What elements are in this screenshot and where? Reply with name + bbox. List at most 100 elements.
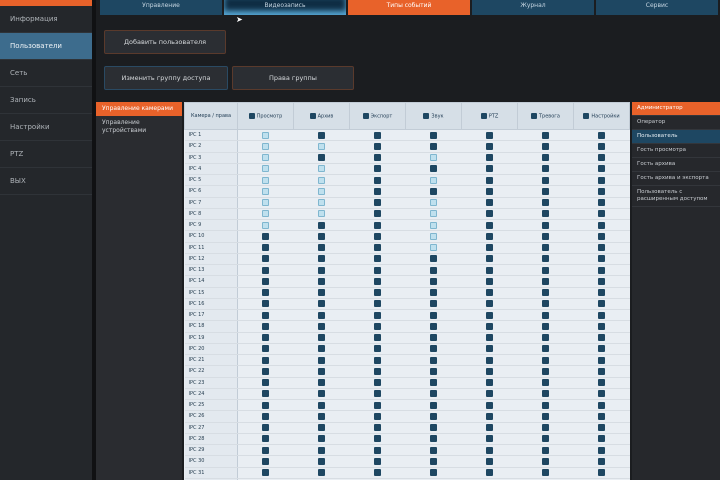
checked-checkbox-icon[interactable] bbox=[486, 322, 493, 330]
checked-checkbox-icon[interactable] bbox=[486, 412, 493, 420]
checked-checkbox-icon[interactable] bbox=[430, 390, 437, 398]
checked-checkbox-icon[interactable] bbox=[598, 367, 605, 375]
checked-checkbox-icon[interactable] bbox=[598, 289, 605, 297]
change-group-button[interactable]: Изменить группу доступа bbox=[104, 66, 228, 90]
checked-checkbox-icon[interactable] bbox=[486, 356, 493, 364]
checked-checkbox-icon[interactable] bbox=[318, 457, 325, 465]
checked-checkbox-icon[interactable] bbox=[430, 131, 437, 139]
table-header-col[interactable]: Тревога bbox=[517, 102, 574, 130]
checked-checkbox-icon[interactable] bbox=[486, 210, 493, 218]
checked-checkbox-icon[interactable] bbox=[542, 401, 549, 409]
checked-checkbox-icon[interactable] bbox=[486, 266, 493, 274]
checked-checkbox-icon[interactable] bbox=[262, 232, 270, 240]
checked-checkbox-icon[interactable] bbox=[262, 401, 270, 409]
checked-checkbox-icon[interactable] bbox=[542, 457, 549, 465]
checked-checkbox-icon[interactable] bbox=[542, 345, 549, 353]
checked-checkbox-icon[interactable] bbox=[262, 435, 270, 443]
checked-checkbox-icon[interactable] bbox=[542, 334, 549, 342]
checked-checkbox-icon[interactable] bbox=[598, 277, 605, 285]
checked-checkbox-icon[interactable] bbox=[318, 424, 325, 432]
checked-checkbox-icon[interactable] bbox=[318, 277, 325, 285]
checked-checkbox-icon[interactable] bbox=[318, 232, 325, 240]
checked-checkbox-icon[interactable] bbox=[486, 221, 493, 229]
checked-checkbox-icon[interactable] bbox=[486, 446, 493, 454]
table-header-col[interactable]: Архив bbox=[293, 102, 350, 130]
checked-checkbox-icon[interactable] bbox=[262, 244, 270, 252]
checked-checkbox-icon[interactable] bbox=[318, 255, 325, 263]
checked-checkbox-icon[interactable] bbox=[598, 435, 605, 443]
checked-checkbox-icon[interactable] bbox=[542, 131, 549, 139]
checked-checkbox-icon[interactable] bbox=[598, 142, 605, 150]
checked-checkbox-icon[interactable] bbox=[262, 255, 270, 263]
checked-checkbox-icon[interactable] bbox=[542, 244, 549, 252]
checked-checkbox-icon[interactable] bbox=[318, 367, 325, 375]
checked-checkbox-icon[interactable] bbox=[598, 412, 605, 420]
checked-checkbox-icon[interactable] bbox=[542, 289, 549, 297]
subpanel-item-cameras[interactable]: Управление камерами bbox=[96, 102, 182, 116]
unchecked-checkbox-icon[interactable] bbox=[318, 142, 325, 150]
checked-checkbox-icon[interactable] bbox=[262, 390, 270, 398]
checked-checkbox-icon[interactable] bbox=[318, 356, 325, 364]
checked-checkbox-icon[interactable] bbox=[374, 311, 381, 319]
checked-checkbox-icon[interactable] bbox=[430, 311, 437, 319]
checked-checkbox-icon[interactable] bbox=[374, 232, 381, 240]
checked-checkbox-icon[interactable] bbox=[542, 322, 549, 330]
checked-checkbox-icon[interactable] bbox=[598, 266, 605, 274]
checked-checkbox-icon[interactable] bbox=[598, 300, 605, 308]
checked-checkbox-icon[interactable] bbox=[598, 356, 605, 364]
checked-checkbox-icon[interactable] bbox=[318, 311, 325, 319]
checked-checkbox-icon[interactable] bbox=[486, 187, 493, 195]
checked-checkbox-icon[interactable] bbox=[542, 255, 549, 263]
checked-checkbox-icon[interactable] bbox=[262, 367, 270, 375]
checked-checkbox-icon[interactable] bbox=[542, 367, 549, 375]
checked-checkbox-icon[interactable] bbox=[318, 300, 325, 308]
checked-checkbox-icon[interactable] bbox=[374, 356, 381, 364]
checked-checkbox-icon[interactable] bbox=[542, 165, 549, 173]
role-item-extended-user[interactable]: Пользователь с расширенным доступом bbox=[632, 186, 720, 207]
checked-checkbox-icon[interactable] bbox=[430, 187, 437, 195]
checked-checkbox-icon[interactable] bbox=[430, 142, 437, 150]
checked-checkbox-icon[interactable] bbox=[542, 277, 549, 285]
checked-checkbox-icon[interactable] bbox=[542, 300, 549, 308]
checked-checkbox-icon[interactable] bbox=[262, 412, 270, 420]
checked-checkbox-icon[interactable] bbox=[542, 390, 549, 398]
checked-checkbox-icon[interactable] bbox=[374, 289, 381, 297]
checked-checkbox-icon[interactable] bbox=[598, 345, 605, 353]
checked-checkbox-icon[interactable] bbox=[374, 199, 381, 207]
unchecked-checkbox-icon[interactable] bbox=[262, 187, 270, 195]
checked-checkbox-icon[interactable] bbox=[318, 131, 325, 139]
checked-checkbox-icon[interactable] bbox=[598, 424, 605, 432]
checked-checkbox-icon[interactable] bbox=[486, 255, 493, 263]
tab-control[interactable]: Управление bbox=[100, 0, 222, 15]
checked-checkbox-icon[interactable] bbox=[542, 199, 549, 207]
checked-checkbox-icon[interactable] bbox=[430, 334, 437, 342]
unchecked-checkbox-icon[interactable] bbox=[318, 210, 325, 218]
unchecked-checkbox-icon[interactable] bbox=[430, 154, 437, 162]
table-header-col[interactable]: Просмотр bbox=[237, 102, 294, 130]
checked-checkbox-icon[interactable] bbox=[486, 131, 493, 139]
checked-checkbox-icon[interactable] bbox=[262, 345, 270, 353]
checked-checkbox-icon[interactable] bbox=[374, 255, 381, 263]
unchecked-checkbox-icon[interactable] bbox=[430, 176, 437, 184]
select-column-checkbox-icon[interactable] bbox=[248, 112, 255, 119]
checked-checkbox-icon[interactable] bbox=[430, 277, 437, 285]
checked-checkbox-icon[interactable] bbox=[486, 244, 493, 252]
tab-service[interactable]: Сервис bbox=[596, 0, 718, 15]
select-column-checkbox-icon[interactable] bbox=[530, 112, 537, 119]
checked-checkbox-icon[interactable] bbox=[542, 412, 549, 420]
select-column-checkbox-icon[interactable] bbox=[583, 112, 590, 119]
checked-checkbox-icon[interactable] bbox=[486, 232, 493, 240]
checked-checkbox-icon[interactable] bbox=[542, 176, 549, 184]
checked-checkbox-icon[interactable] bbox=[542, 187, 549, 195]
checked-checkbox-icon[interactable] bbox=[374, 244, 381, 252]
table-header-col[interactable]: Настройки bbox=[573, 102, 630, 130]
checked-checkbox-icon[interactable] bbox=[598, 446, 605, 454]
unchecked-checkbox-icon[interactable] bbox=[430, 221, 437, 229]
checked-checkbox-icon[interactable] bbox=[374, 176, 381, 184]
checked-checkbox-icon[interactable] bbox=[542, 435, 549, 443]
checked-checkbox-icon[interactable] bbox=[374, 367, 381, 375]
checked-checkbox-icon[interactable] bbox=[598, 469, 605, 477]
checked-checkbox-icon[interactable] bbox=[486, 199, 493, 207]
checked-checkbox-icon[interactable] bbox=[374, 142, 381, 150]
checked-checkbox-icon[interactable] bbox=[486, 345, 493, 353]
